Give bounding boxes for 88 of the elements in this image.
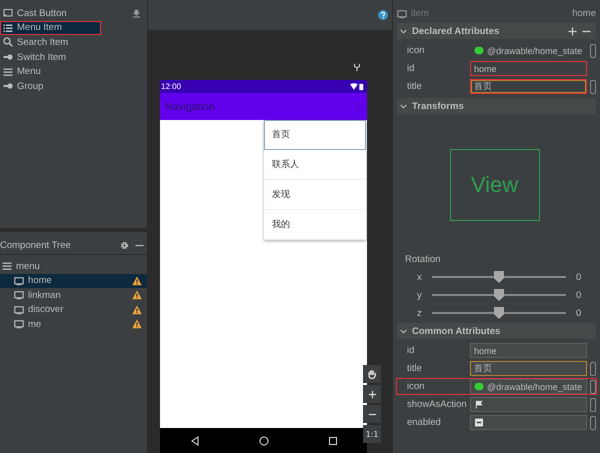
- slider-thumb[interactable]: [494, 271, 504, 283]
- pan-icon[interactable]: [363, 365, 381, 383]
- attribute-field[interactable]: @drawable/home_state: [470, 379, 587, 394]
- panel-title: Component Tree: [0, 240, 72, 250]
- item-icon: [14, 276, 24, 286]
- actual-size-button[interactable]: 1:1: [363, 425, 381, 443]
- resource-picker-button[interactable]: [590, 416, 596, 430]
- wrench-icon[interactable]: [353, 63, 361, 72]
- home-icon[interactable]: [258, 436, 268, 446]
- chevron-down-icon: [400, 104, 407, 108]
- slider-thumb[interactable]: [494, 307, 504, 319]
- axis-label: y: [417, 290, 422, 300]
- attribute-field[interactable]: home: [470, 343, 587, 358]
- recents-icon[interactable]: [328, 436, 338, 446]
- menu-icon: [3, 66, 13, 77]
- slider-value: 0: [576, 272, 582, 282]
- attribute-name: icon: [407, 381, 426, 392]
- slider-value: 0: [576, 308, 582, 318]
- palette-item[interactable]: Menu: [0, 64, 147, 79]
- search-icon: [3, 37, 13, 48]
- settings-icon[interactable]: [120, 240, 129, 250]
- tree-item[interactable]: home: [0, 274, 147, 288]
- drawable-icon: [474, 382, 484, 391]
- component-type: item: [411, 8, 430, 19]
- attribute-field[interactable]: 首页: [470, 361, 587, 376]
- menu-item[interactable]: 联系人: [264, 150, 366, 180]
- item-icon: [397, 8, 407, 18]
- app-title: Navigation: [165, 100, 215, 112]
- slider-value: 0: [576, 290, 582, 300]
- resource-picker-button[interactable]: [590, 80, 596, 94]
- toggle-icon: [3, 52, 13, 62]
- toggle-icon: [3, 81, 13, 92]
- slider-thumb[interactable]: [494, 289, 504, 301]
- palette-item[interactable]: Menu Item: [0, 20, 101, 36]
- menu-item[interactable]: 首页: [264, 120, 366, 150]
- download-icon[interactable]: [132, 8, 141, 18]
- flag-icon: [474, 400, 484, 409]
- component-id: home: [572, 8, 596, 19]
- attribute-name: showAsAction: [407, 399, 467, 410]
- rotation-label: Rotation: [404, 254, 442, 267]
- menu-item[interactable]: 发现: [264, 180, 366, 210]
- resource-picker-button[interactable]: [590, 44, 596, 58]
- wifi-battery-icon: [350, 82, 364, 90]
- item-icon: [14, 290, 24, 300]
- resource-picker-button[interactable]: [590, 380, 596, 394]
- axis-label: x: [417, 272, 422, 282]
- attribute-name: enabled: [407, 417, 442, 428]
- palette-item[interactable]: Cast Button: [0, 6, 147, 21]
- section-header[interactable]: Declared Attributes: [397, 23, 596, 39]
- item-icon: [14, 319, 24, 330]
- zoom-in-icon[interactable]: [363, 385, 381, 403]
- drawable-icon: [474, 46, 484, 55]
- help-icon[interactable]: [378, 10, 388, 20]
- axis-label: z: [417, 308, 422, 318]
- palette-item[interactable]: Group: [0, 78, 147, 94]
- attribute-field[interactable]: [470, 397, 587, 412]
- zoom-out-icon[interactable]: [363, 405, 381, 423]
- attribute-name: id: [407, 345, 416, 356]
- attribute-name: title: [407, 81, 423, 92]
- attribute-name: title: [407, 363, 423, 374]
- indeterminate-checkbox-icon: [474, 418, 484, 427]
- tree-item[interactable]: linkman: [0, 288, 147, 302]
- palette-item[interactable]: Switch Item: [0, 50, 147, 64]
- attribute-field[interactable]: home: [470, 61, 587, 76]
- section-header[interactable]: Common Attributes: [397, 323, 596, 339]
- resource-picker-button[interactable]: [590, 362, 596, 376]
- attribute-name: id: [407, 63, 416, 74]
- item-icon: [14, 304, 24, 315]
- cast-icon: [3, 8, 13, 18]
- tree-item[interactable]: me: [0, 317, 147, 332]
- attribute-field[interactable]: [470, 415, 587, 430]
- back-icon[interactable]: [190, 436, 200, 446]
- tree-item[interactable]: discover: [0, 302, 147, 317]
- section-header[interactable]: Transforms: [397, 98, 596, 114]
- status-time: 12:00: [161, 82, 182, 91]
- tree-item[interactable]: menu: [0, 259, 147, 274]
- chevron-down-icon: [400, 328, 407, 334]
- attribute-field[interactable]: 首页: [470, 79, 587, 94]
- add-icon[interactable]: [568, 26, 577, 36]
- resource-picker-button[interactable]: [590, 398, 596, 412]
- list-icon: [3, 22, 13, 33]
- chevron-down-icon: [400, 28, 407, 34]
- view-preview: View: [450, 149, 540, 221]
- attribute-name: icon: [407, 45, 426, 56]
- palette-item[interactable]: Search Item: [0, 35, 147, 50]
- menu-item[interactable]: 我的: [264, 210, 366, 240]
- attribute-field[interactable]: @drawable/home_state: [470, 43, 587, 58]
- menu-icon: [2, 261, 12, 272]
